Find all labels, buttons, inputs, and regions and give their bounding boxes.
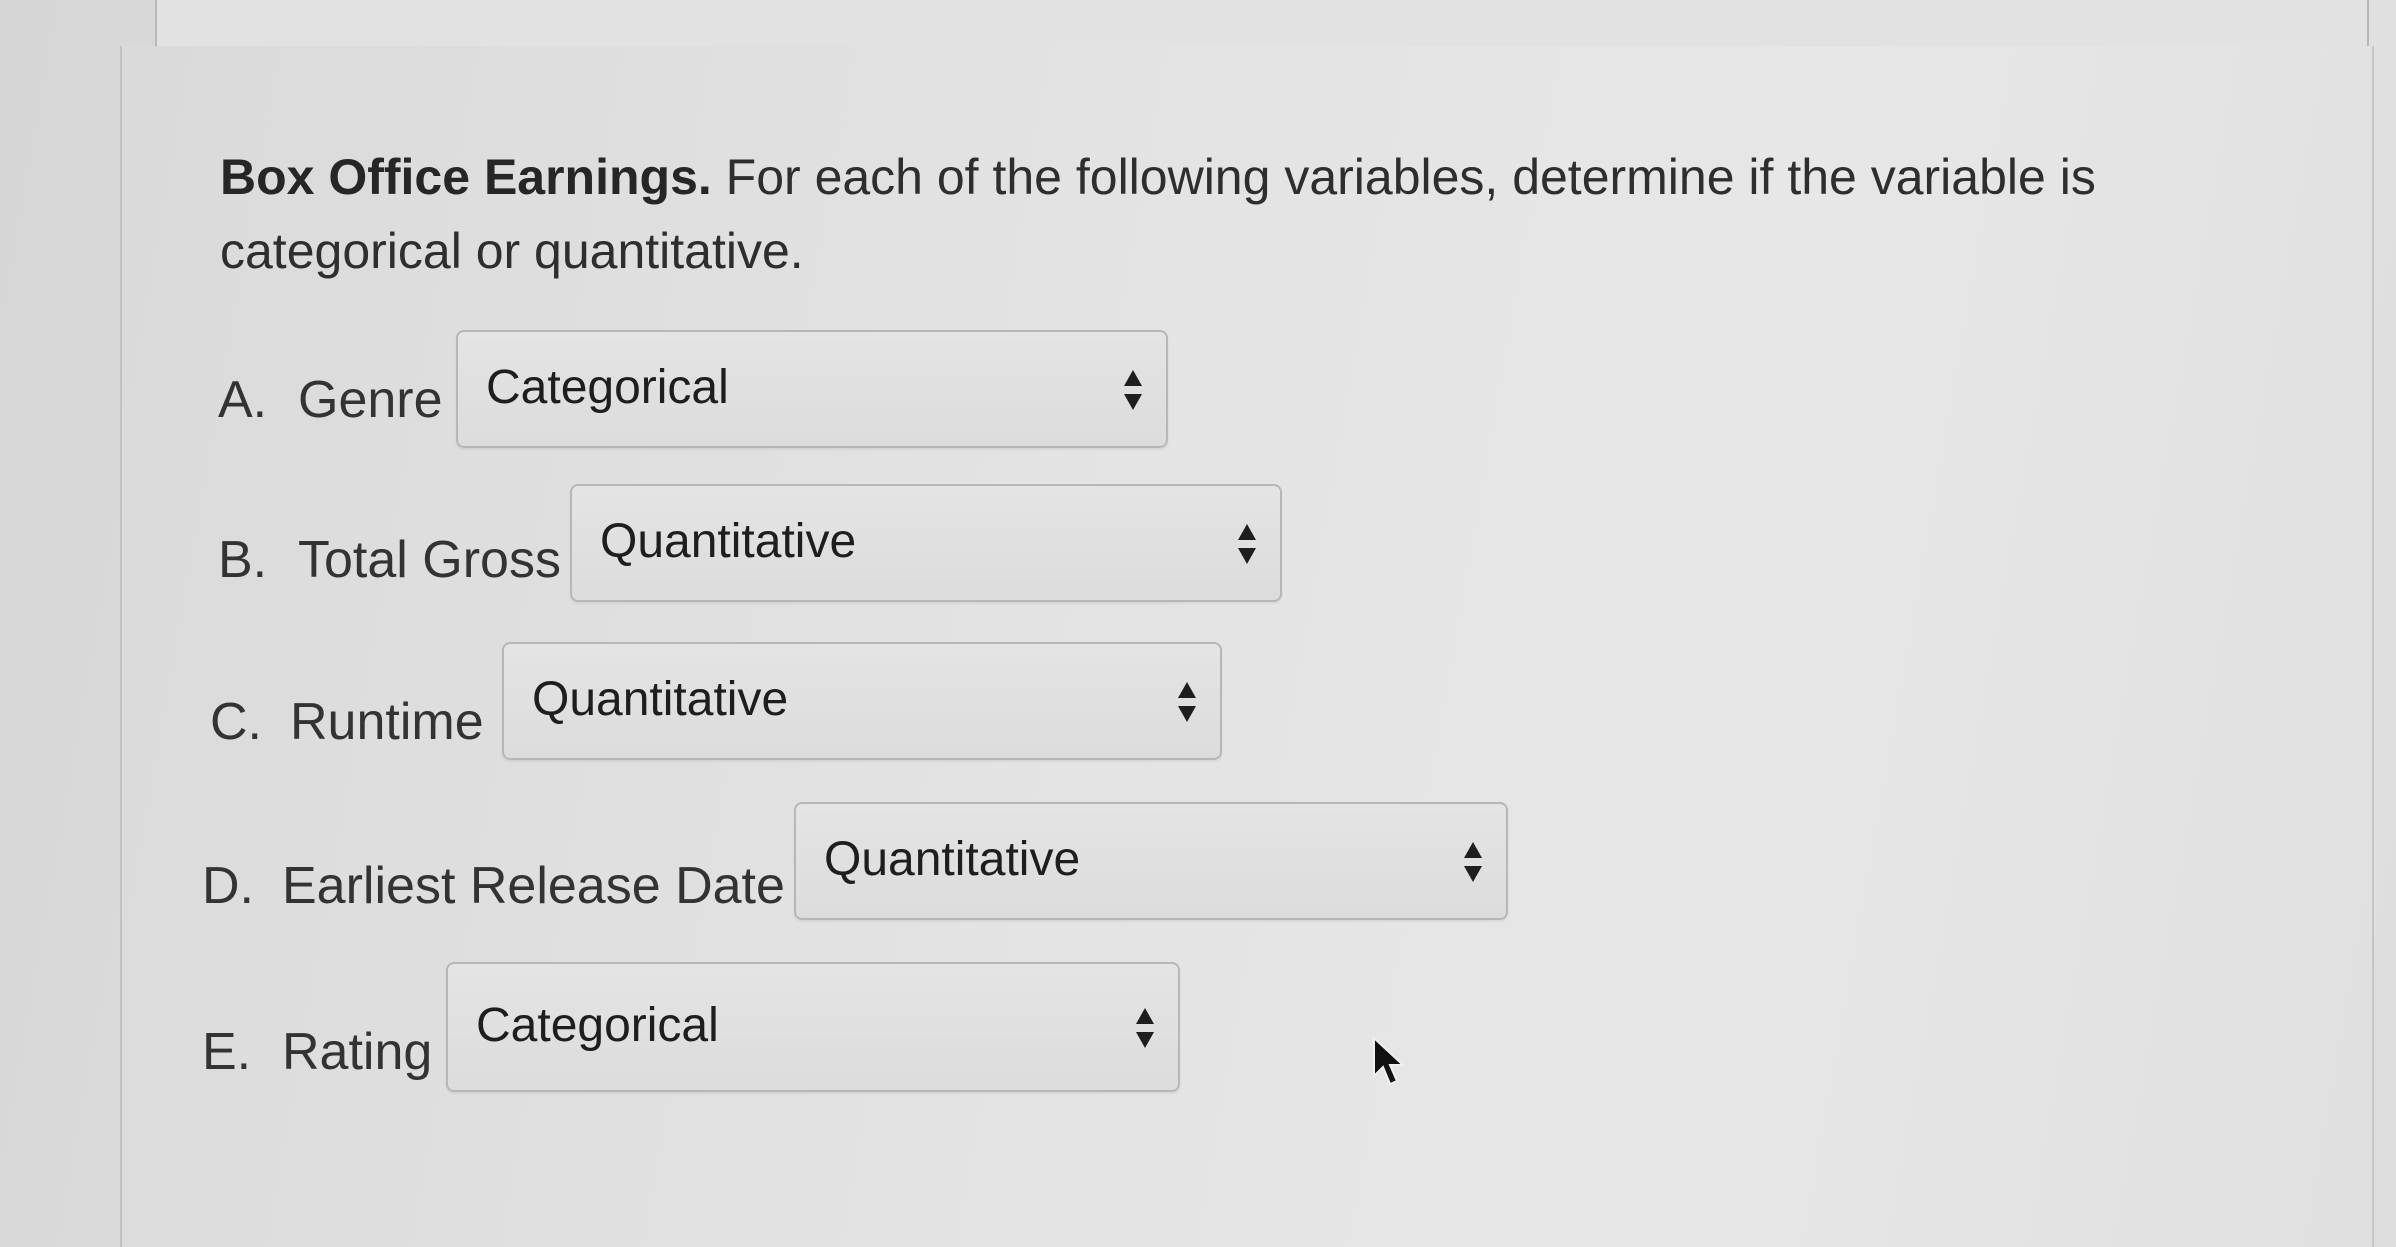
item-label: A. Genre xyxy=(218,340,443,460)
answer-select-genre[interactable]: Categorical xyxy=(456,330,1168,448)
item-letter: E. xyxy=(202,1023,252,1081)
up-down-arrows-icon xyxy=(1176,680,1198,724)
up-down-arrows-icon xyxy=(1134,1006,1156,1050)
select-value: Quantitative xyxy=(600,515,857,568)
mouse-pointer-icon xyxy=(1372,1035,1408,1088)
item-variable: Earliest Release Date xyxy=(282,857,785,915)
answer-select-earliest-release-date[interactable]: Quantitative xyxy=(794,802,1508,920)
item-letter: A. xyxy=(218,371,268,429)
item-label: D. Earliest Release Date xyxy=(202,826,785,946)
up-down-arrows-icon xyxy=(1462,840,1484,884)
question-prompt: Box Office Earnings. For each of the fol… xyxy=(220,140,2200,288)
item-label: E. Rating xyxy=(202,992,432,1112)
previous-panel-edge xyxy=(155,0,2369,48)
item-letter: D. xyxy=(202,857,254,915)
item-label: C. Runtime xyxy=(210,662,484,782)
item-letter: C. xyxy=(210,693,262,751)
answer-select-runtime[interactable]: Quantitative xyxy=(502,642,1222,760)
select-value: Categorical xyxy=(486,361,729,414)
select-value: Categorical xyxy=(476,999,719,1052)
screen: Box Office Earnings. For each of the fol… xyxy=(0,0,2396,1247)
answer-select-total-gross[interactable]: Quantitative xyxy=(570,484,1282,602)
item-letter: B. xyxy=(218,531,268,589)
up-down-arrows-icon xyxy=(1236,522,1258,566)
up-down-arrows-icon xyxy=(1122,368,1144,412)
answer-select-rating[interactable]: Categorical xyxy=(446,962,1180,1092)
select-value: Quantitative xyxy=(824,833,1081,886)
item-variable: Runtime xyxy=(290,693,484,751)
item-variable: Rating xyxy=(282,1023,433,1081)
select-value: Quantitative xyxy=(532,673,789,726)
question-title: Box Office Earnings. xyxy=(220,149,712,205)
item-label: B. Total Gross xyxy=(218,500,561,620)
item-variable: Total Gross xyxy=(298,531,561,589)
item-variable: Genre xyxy=(298,371,443,429)
